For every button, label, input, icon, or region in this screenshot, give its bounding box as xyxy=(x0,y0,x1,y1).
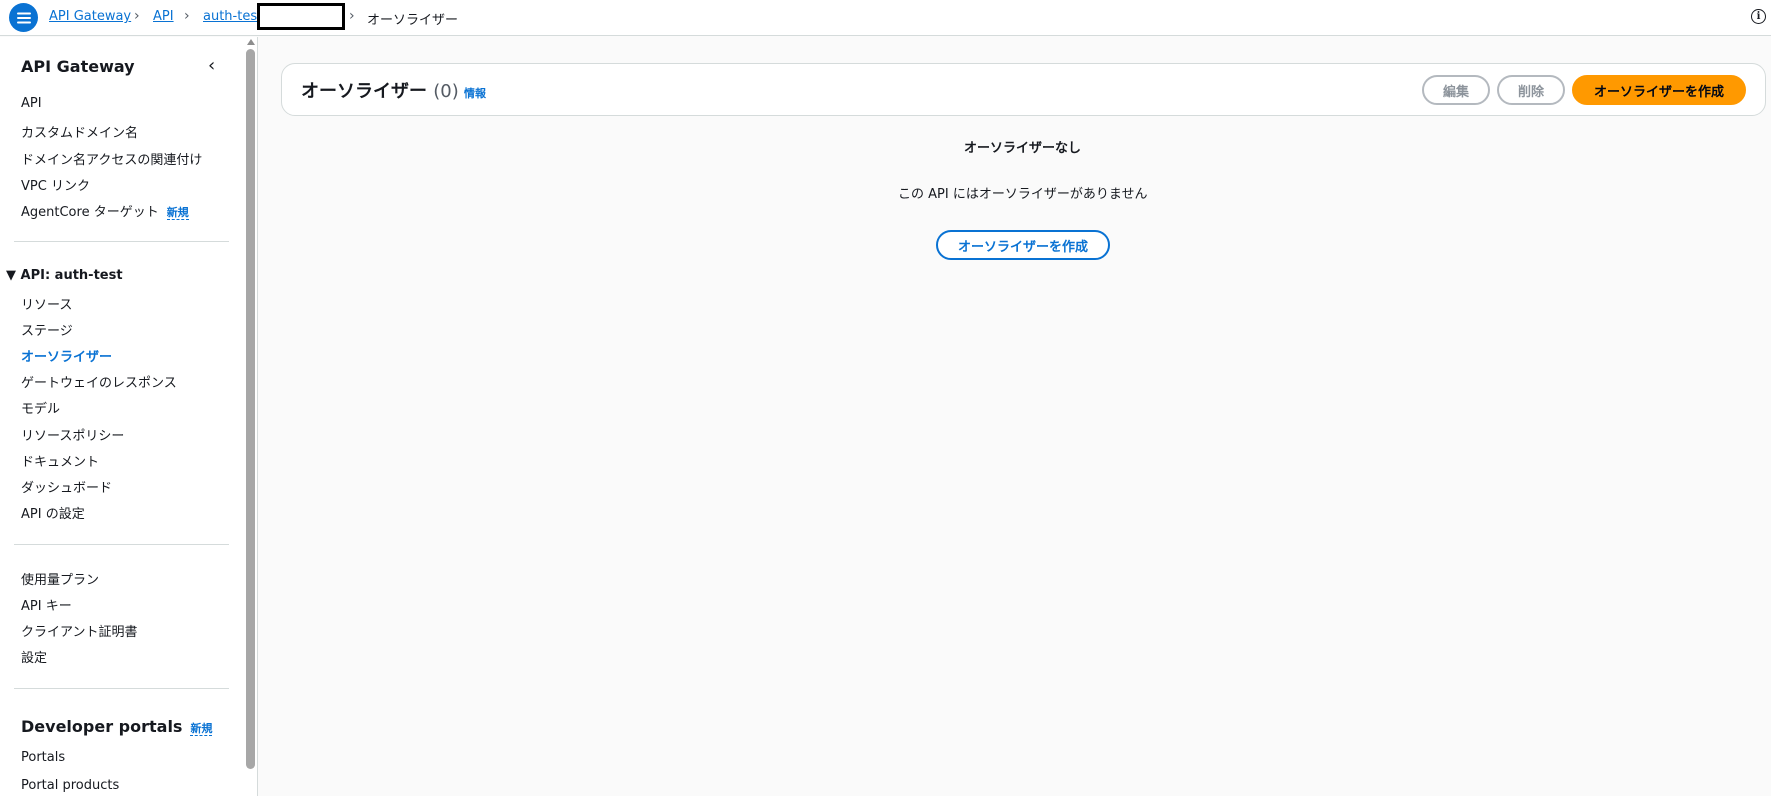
sidebar-item-models[interactable]: モデル xyxy=(21,398,60,417)
menu-icon[interactable] xyxy=(9,3,38,32)
create-authorizer-button[interactable]: オーソライザーを作成 xyxy=(1572,75,1746,105)
empty-state-title: オーソライザーなし xyxy=(964,141,1082,156)
sidebar-item-client-certificates[interactable]: クライアント証明書 xyxy=(21,621,137,640)
sidebar-item-api-keys[interactable]: API キー xyxy=(21,595,72,614)
breadcrumb-auth-test[interactable]: auth-test xyxy=(203,9,262,24)
chevron-right-icon: › xyxy=(184,8,190,24)
sidebar-item-authorizers[interactable]: オーソライザー xyxy=(21,346,112,365)
info-link[interactable]: 情報 xyxy=(464,85,486,101)
scroll-up-icon[interactable] xyxy=(247,39,255,45)
sidebar-item-documentation[interactable]: ドキュメント xyxy=(21,451,99,470)
page-title: オーソライザー (0) xyxy=(301,77,459,103)
sidebar-section-api[interactable]: ▼ API: auth-test xyxy=(6,268,123,283)
sidebar-item-portals[interactable]: Portals xyxy=(21,750,65,765)
divider xyxy=(14,241,229,242)
sidebar-scrollbar[interactable] xyxy=(246,37,255,796)
sidebar-item-agentcore[interactable]: AgentCore ターゲット 新規 xyxy=(21,201,189,220)
collapse-icon[interactable]: ‹ xyxy=(208,55,215,76)
sidebar-item-api[interactable]: API xyxy=(21,96,42,111)
sidebar-item-gateway-responses[interactable]: ゲートウェイのレスポンス xyxy=(21,372,177,391)
sidebar-section-developer-portals: Developer portals 新規 xyxy=(21,717,213,736)
sidebar-item-settings[interactable]: 設定 xyxy=(21,647,47,666)
authorizers-header-panel: オーソライザー (0) 情報 編集 削除 オーソライザーを作成 xyxy=(281,63,1766,116)
count-badge: (0) xyxy=(433,81,459,102)
sidebar-item-custom-domain[interactable]: カスタムドメイン名 xyxy=(21,122,138,141)
divider xyxy=(14,544,229,545)
new-badge: 新規 xyxy=(190,722,213,736)
sidebar-title: API Gateway xyxy=(21,57,135,76)
section-label: Developer portals xyxy=(21,717,183,736)
sidebar-item-resource-policy[interactable]: リソースポリシー xyxy=(21,425,124,444)
redaction-box xyxy=(257,3,345,30)
section-label: API: auth-test xyxy=(20,268,123,283)
info-icon[interactable]: i xyxy=(1751,9,1766,24)
sidebar: API Gateway ‹ API カスタムドメイン名 ドメイン名アクセスの関連… xyxy=(0,37,258,796)
sidebar-item-stages[interactable]: ステージ xyxy=(21,320,73,339)
delete-button[interactable]: 削除 xyxy=(1497,75,1565,105)
breadcrumb-api-gateway[interactable]: API Gateway xyxy=(49,9,131,24)
edit-button[interactable]: 編集 xyxy=(1422,75,1490,105)
top-bar: API Gateway › API › auth-test › オーソライザー … xyxy=(0,0,1771,36)
chevron-right-icon: › xyxy=(134,8,140,24)
title-text: オーソライザー xyxy=(301,81,427,102)
sidebar-item-portal-products[interactable]: Portal products xyxy=(21,778,119,793)
sidebar-item-domain-access[interactable]: ドメイン名アクセスの関連付け xyxy=(21,149,202,168)
empty-create-authorizer-button[interactable]: オーソライザーを作成 xyxy=(936,230,1110,260)
sidebar-item-resources[interactable]: リソース xyxy=(21,294,72,313)
breadcrumb-current: オーソライザー xyxy=(367,13,459,28)
divider xyxy=(14,688,229,689)
sidebar-item-usage-plans[interactable]: 使用量プラン xyxy=(21,569,99,588)
breadcrumb-api[interactable]: API xyxy=(153,9,174,24)
empty-state-description: この API にはオーソライザーがありません xyxy=(898,187,1148,202)
caret-down-icon: ▼ xyxy=(6,268,21,283)
chevron-right-icon: › xyxy=(349,8,355,24)
sidebar-item-dashboard[interactable]: ダッシュボード xyxy=(21,477,112,496)
sidebar-item-vpc-link[interactable]: VPC リンク xyxy=(21,175,90,194)
sidebar-item-label: AgentCore ターゲット xyxy=(21,205,159,220)
sidebar-item-api-settings[interactable]: API の設定 xyxy=(21,503,85,522)
new-badge: 新規 xyxy=(166,206,189,220)
scroll-thumb[interactable] xyxy=(246,49,255,769)
